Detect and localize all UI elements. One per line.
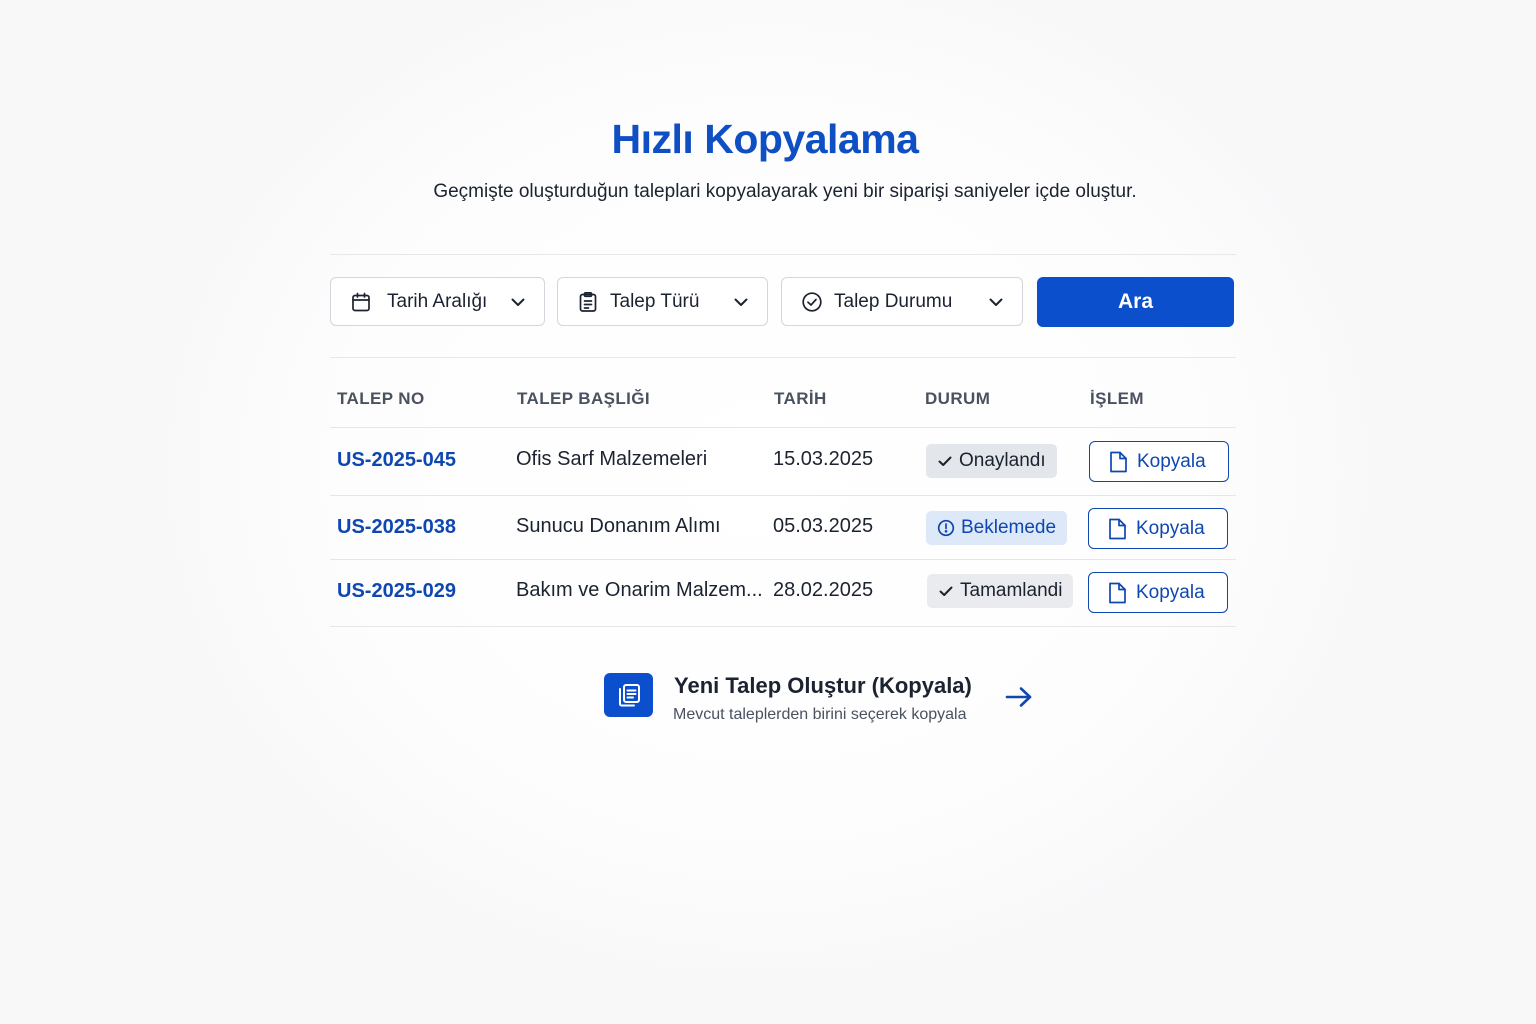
request-status-filter[interactable]: Talep Durumu xyxy=(781,277,1023,326)
status-label: Onaylandı xyxy=(959,450,1046,471)
copy-button-label: Kopyala xyxy=(1136,518,1205,539)
cta-subtitle: Mevcut taleplerden birini seçerek kopyal… xyxy=(673,706,967,723)
calendar-icon xyxy=(352,292,370,312)
request-no-link[interactable]: US-2025-038 xyxy=(337,516,456,539)
copy-button-label: Kopyala xyxy=(1136,582,1205,603)
document-icon xyxy=(1109,518,1126,540)
divider xyxy=(330,495,1236,496)
copy-button[interactable]: Kopyala xyxy=(1088,572,1228,613)
request-date: 05.03.2025 xyxy=(773,515,874,537)
document-icon xyxy=(1110,451,1127,473)
request-date: 15.03.2025 xyxy=(773,448,874,470)
request-date: 28.02.2025 xyxy=(773,579,874,601)
status-badge: Tamamlandi xyxy=(927,574,1074,608)
request-no-link[interactable]: US-2025-045 xyxy=(337,449,456,472)
arrow-right-icon xyxy=(1005,687,1032,707)
check-icon xyxy=(938,456,952,466)
request-no-link[interactable]: US-2025-029 xyxy=(337,580,456,603)
page-subtitle: Geçmişte oluşturduğun taleplari kopyalay… xyxy=(433,181,1137,202)
status-label: Beklemede xyxy=(961,517,1057,538)
column-header-request-title: TALEP BAŞLIĞI xyxy=(517,389,651,408)
divider xyxy=(330,427,1236,428)
page: Hızlı Kopyalama Geçmişte oluşturduğun ta… xyxy=(0,0,1536,1024)
request-type-label: Talep Türü xyxy=(610,291,700,312)
check-icon xyxy=(939,586,953,596)
divider xyxy=(330,626,1236,627)
request-status-label: Talep Durumu xyxy=(834,291,953,312)
copy-button[interactable]: Kopyala xyxy=(1089,441,1229,482)
request-title: Ofis Sarf Malzemeleri xyxy=(516,448,708,470)
divider xyxy=(330,357,1236,358)
divider xyxy=(330,559,1236,560)
cta-title: Yeni Talep Oluştur (Kopyala) xyxy=(674,673,972,698)
chevron-down-icon xyxy=(989,298,1003,306)
clock-icon xyxy=(937,519,955,537)
copy-button[interactable]: Kopyala xyxy=(1088,508,1228,549)
column-header-status: DURUM xyxy=(925,389,991,408)
date-range-label: Tarih Aralığı xyxy=(387,291,488,312)
search-button[interactable]: Ara xyxy=(1037,277,1234,327)
divider xyxy=(330,254,1236,255)
check-circle-icon xyxy=(802,292,822,312)
status-badge: Onaylandı xyxy=(926,444,1057,478)
status-label: Tamamlandi xyxy=(960,580,1063,601)
copy-document-icon xyxy=(604,673,653,717)
document-icon xyxy=(1109,582,1126,604)
chevron-down-icon xyxy=(511,298,525,306)
copy-button-label: Kopyala xyxy=(1137,451,1206,472)
column-header-request-no: TALEP NO xyxy=(337,389,425,408)
status-badge: Beklemede xyxy=(926,511,1068,545)
request-title: Bakım ve Onarim Malzem... xyxy=(516,579,763,601)
date-range-filter[interactable]: Tarih Aralığı xyxy=(330,277,545,326)
column-header-action: İŞLEM xyxy=(1090,389,1144,408)
chevron-down-icon xyxy=(734,298,748,306)
request-type-filter[interactable]: Talep Türü xyxy=(557,277,768,326)
page-title: Hızlı Kopyalama xyxy=(611,116,919,162)
request-title: Sunucu Donanım Alımı xyxy=(516,515,721,537)
clipboard-icon xyxy=(579,291,597,312)
column-header-date: TARİH xyxy=(774,389,827,408)
